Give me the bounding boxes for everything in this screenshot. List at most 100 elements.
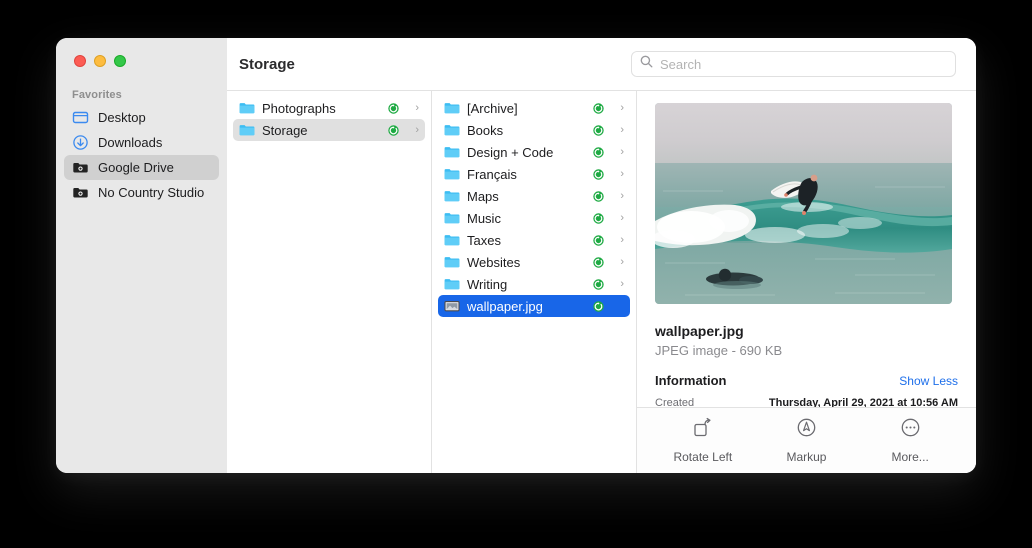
sidebar-item-no-country-studio[interactable]: No Country Studio xyxy=(64,180,219,205)
desktop-icon xyxy=(72,109,89,126)
action-label: Rotate Left xyxy=(673,450,732,464)
show-less-button[interactable]: Show Less xyxy=(899,374,958,388)
preview-content: wallpaper.jpg JPEG image - 690 KB Inform… xyxy=(637,91,976,407)
row-column-one[interactable]: Storage › xyxy=(233,119,425,141)
sync-ok-badge xyxy=(593,213,604,224)
sidebar-item-label: Desktop xyxy=(98,110,146,125)
row-label: Websites xyxy=(467,255,586,270)
zoom-button[interactable] xyxy=(114,55,126,67)
sync-ok-badge xyxy=(388,103,399,114)
folder-icon xyxy=(444,144,460,160)
sync-ok-badge xyxy=(593,257,604,268)
chevron-right-icon[interactable]: › xyxy=(615,257,624,268)
row-label: Music xyxy=(467,211,586,226)
folder-icon xyxy=(444,166,460,182)
sync-ok-badge xyxy=(593,191,604,202)
information-header: Information Show Less xyxy=(655,373,958,388)
row-label: wallpaper.jpg xyxy=(467,299,586,314)
chevron-right-icon[interactable]: › xyxy=(410,125,419,136)
folder-icon xyxy=(239,100,255,116)
row-column-two[interactable]: Music › xyxy=(438,207,630,229)
chevron-right-icon[interactable]: › xyxy=(615,125,624,136)
markup-button[interactable]: Markup xyxy=(762,417,850,464)
markup-icon xyxy=(796,417,817,443)
folder-camera-icon xyxy=(72,184,89,201)
chevron-right-icon[interactable]: › xyxy=(615,169,624,180)
more-icon xyxy=(900,417,921,443)
traffic-light-group xyxy=(56,38,227,67)
chevron-right-icon[interactable]: › xyxy=(615,279,624,290)
preview-action-bar: Rotate Left Markup xyxy=(637,407,976,473)
screenshot-root: Favorites Desktop xyxy=(0,0,1032,548)
row-label: Français xyxy=(467,167,586,182)
row-column-two[interactable]: Maps› xyxy=(438,185,630,207)
toolbar: Storage Search xyxy=(227,38,976,91)
search-placeholder: Search xyxy=(660,57,701,72)
sidebar-item-label: Google Drive xyxy=(98,160,174,175)
sidebar-item-desktop[interactable]: Desktop xyxy=(64,105,219,130)
sync-ok-badge xyxy=(593,235,604,246)
sidebar: Favorites Desktop xyxy=(56,38,227,473)
chevron-right-icon[interactable]: › xyxy=(410,103,419,114)
row-column-two[interactable]: wallpaper.jpg xyxy=(438,295,630,317)
rotate-left-button[interactable]: Rotate Left xyxy=(659,417,747,464)
row-label: Taxes xyxy=(467,233,586,248)
row-label: Design + Code xyxy=(467,145,586,160)
sync-ok-badge xyxy=(593,147,604,158)
rotate-left-icon xyxy=(692,417,713,443)
action-label: More... xyxy=(891,450,928,464)
folder-icon xyxy=(444,100,460,116)
row-label: [Archive] xyxy=(467,101,586,116)
search-icon xyxy=(640,55,653,73)
row-column-two[interactable]: Writing › xyxy=(438,273,630,295)
detail-key: Created xyxy=(655,397,694,407)
preview-pane: wallpaper.jpg JPEG image - 690 KB Inform… xyxy=(637,91,976,473)
sync-ok-badge xyxy=(593,103,604,114)
sync-ok-badge xyxy=(593,279,604,290)
chevron-right-icon[interactable]: › xyxy=(615,213,624,224)
sync-ok-badge xyxy=(593,301,604,312)
folder-camera-icon xyxy=(72,159,89,176)
folder-icon xyxy=(444,188,460,204)
search-input[interactable]: Search xyxy=(631,51,956,77)
action-label: Markup xyxy=(786,450,826,464)
column-view: Photographs›Storage› [Archive]›Books›Des… xyxy=(227,91,976,473)
preview-file-name: wallpaper.jpg xyxy=(655,323,958,339)
finder-window: Favorites Desktop xyxy=(56,38,976,473)
chevron-right-icon[interactable]: › xyxy=(615,235,624,246)
row-column-two[interactable]: Taxes › xyxy=(438,229,630,251)
close-button[interactable] xyxy=(74,55,86,67)
image-file-icon xyxy=(444,298,460,314)
chevron-right-icon[interactable]: › xyxy=(615,191,624,202)
sidebar-item-google-drive[interactable]: Google Drive xyxy=(64,155,219,180)
row-column-two[interactable]: Websites › xyxy=(438,251,630,273)
folder-icon xyxy=(444,254,460,270)
sync-ok-badge xyxy=(593,169,604,180)
main-area: Storage Search Photog xyxy=(227,38,976,473)
row-label: Photographs xyxy=(262,101,381,116)
row-column-two[interactable]: [Archive] › xyxy=(438,97,630,119)
sidebar-item-downloads[interactable]: Downloads xyxy=(64,130,219,155)
folder-icon xyxy=(444,232,460,248)
detail-value: Thursday, April 29, 2021 at 10:56 AM xyxy=(769,397,958,407)
column-one: Photographs › Storage › xyxy=(227,91,432,473)
row-column-two[interactable]: Books› xyxy=(438,119,630,141)
row-label: Storage xyxy=(262,123,381,138)
folder-icon xyxy=(444,276,460,292)
chevron-right-icon[interactable]: › xyxy=(615,103,624,114)
folder-icon xyxy=(239,122,255,138)
sidebar-section-favorites: Favorites xyxy=(56,67,227,105)
more-button[interactable]: More... xyxy=(866,417,954,464)
folder-icon xyxy=(444,210,460,226)
row-label: Writing xyxy=(467,277,586,292)
minimize-button[interactable] xyxy=(94,55,106,67)
row-column-two[interactable]: Design + Code › xyxy=(438,141,630,163)
folder-icon xyxy=(444,122,460,138)
row-column-two[interactable]: Français › xyxy=(438,163,630,185)
chevron-right-icon[interactable]: › xyxy=(615,147,624,158)
page-title: Storage xyxy=(239,56,295,73)
sidebar-item-label: No Country Studio xyxy=(98,185,204,200)
preview-file-meta: JPEG image - 690 KB xyxy=(655,343,958,358)
downloads-icon xyxy=(72,134,89,151)
row-column-one[interactable]: Photographs › xyxy=(233,97,425,119)
